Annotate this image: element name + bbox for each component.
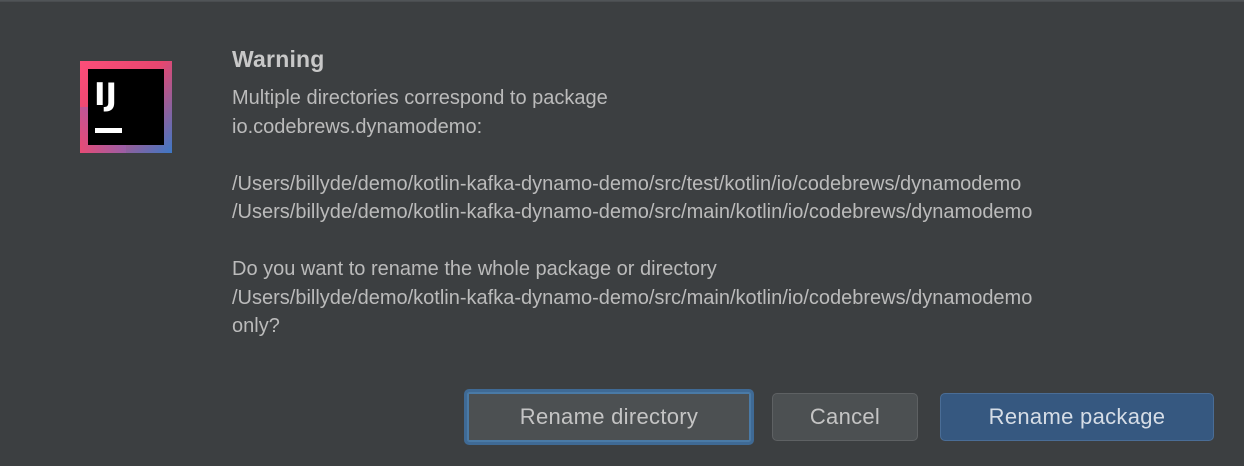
- directory-path-test: /Users/billyde/demo/kotlin-kafka-dynamo-…: [232, 172, 1022, 195]
- package-name: io.codebrews.dynamodemo:: [232, 115, 483, 138]
- question-suffix: only?: [232, 315, 280, 337]
- rename-directory-button[interactable]: Rename directory: [464, 389, 754, 445]
- warning-dialog: IJ Warning Multiple directories correspo…: [0, 0, 1244, 466]
- intellij-idea-icon: IJ: [80, 61, 172, 153]
- directory-path-main: /Users/billyde/demo/kotlin-kafka-dynamo-…: [232, 201, 1033, 223]
- app-icon-letters: IJ: [94, 77, 117, 113]
- dialog-content: Warning Multiple directories correspond …: [232, 43, 1232, 341]
- rename-package-button[interactable]: Rename package: [940, 393, 1214, 441]
- cancel-button[interactable]: Cancel: [772, 393, 918, 441]
- question-line: Do you want to rename the whole package …: [232, 258, 717, 280]
- dialog-buttons: Rename directory Cancel Rename package: [0, 389, 1244, 445]
- message-line: Multiple directories correspond to packa…: [232, 87, 608, 109]
- dialog-top-border: [0, 1, 1244, 2]
- dialog-title: Warning: [232, 46, 325, 72]
- dialog-message: Multiple directories correspond to packa…: [232, 84, 1232, 341]
- question-path: /Users/billyde/demo/kotlin-kafka-dynamo-…: [232, 286, 1033, 309]
